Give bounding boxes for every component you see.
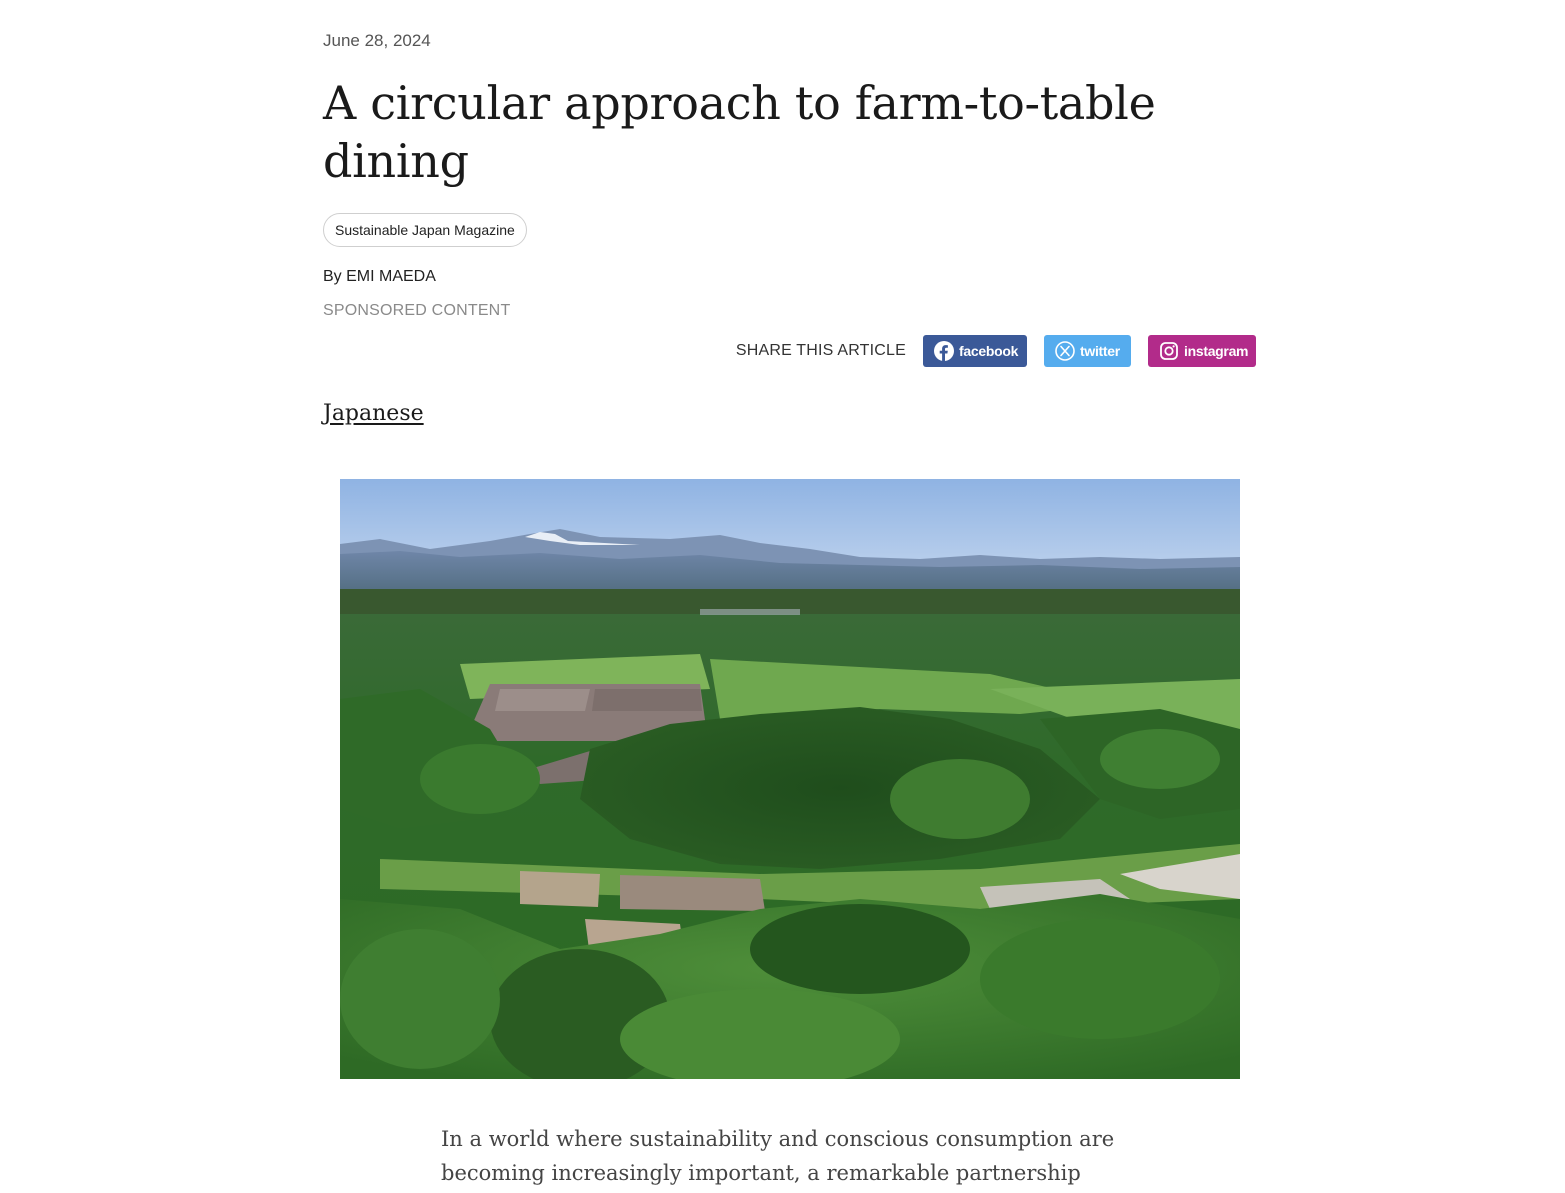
- share-label: SHARE THIS ARTICLE: [735, 342, 906, 359]
- article-date: June 28, 2024: [323, 31, 431, 50]
- article-title: A circular approach to farm-to-table din…: [323, 76, 1156, 188]
- category-tag[interactable]: Sustainable Japan Magazine: [323, 213, 527, 247]
- twitter-share-label: twitter: [1080, 343, 1120, 359]
- instagram-icon: [1159, 341, 1179, 361]
- instagram-share-label: instagram: [1184, 343, 1249, 359]
- x-twitter-icon: [1055, 341, 1075, 361]
- japanese-language-link[interactable]: Japanese: [323, 401, 424, 426]
- facebook-share-label: facebook: [959, 343, 1019, 359]
- hero-image: [340, 479, 1240, 1079]
- share-bar: SHARE THIS ARTICLE facebook twitter inst…: [736, 335, 1256, 367]
- instagram-share-button[interactable]: instagram: [1148, 335, 1256, 367]
- sponsored-label: SPONSORED CONTENT: [323, 302, 511, 319]
- twitter-share-button[interactable]: twitter: [1044, 335, 1131, 367]
- facebook-share-button[interactable]: facebook: [923, 335, 1027, 367]
- article-body-intro: In a world where sustainability and cons…: [441, 1127, 1115, 1185]
- article-byline: By EMI MAEDA: [323, 268, 436, 285]
- facebook-icon: [934, 341, 954, 361]
- aerial-farmland-photo: [340, 479, 1240, 1079]
